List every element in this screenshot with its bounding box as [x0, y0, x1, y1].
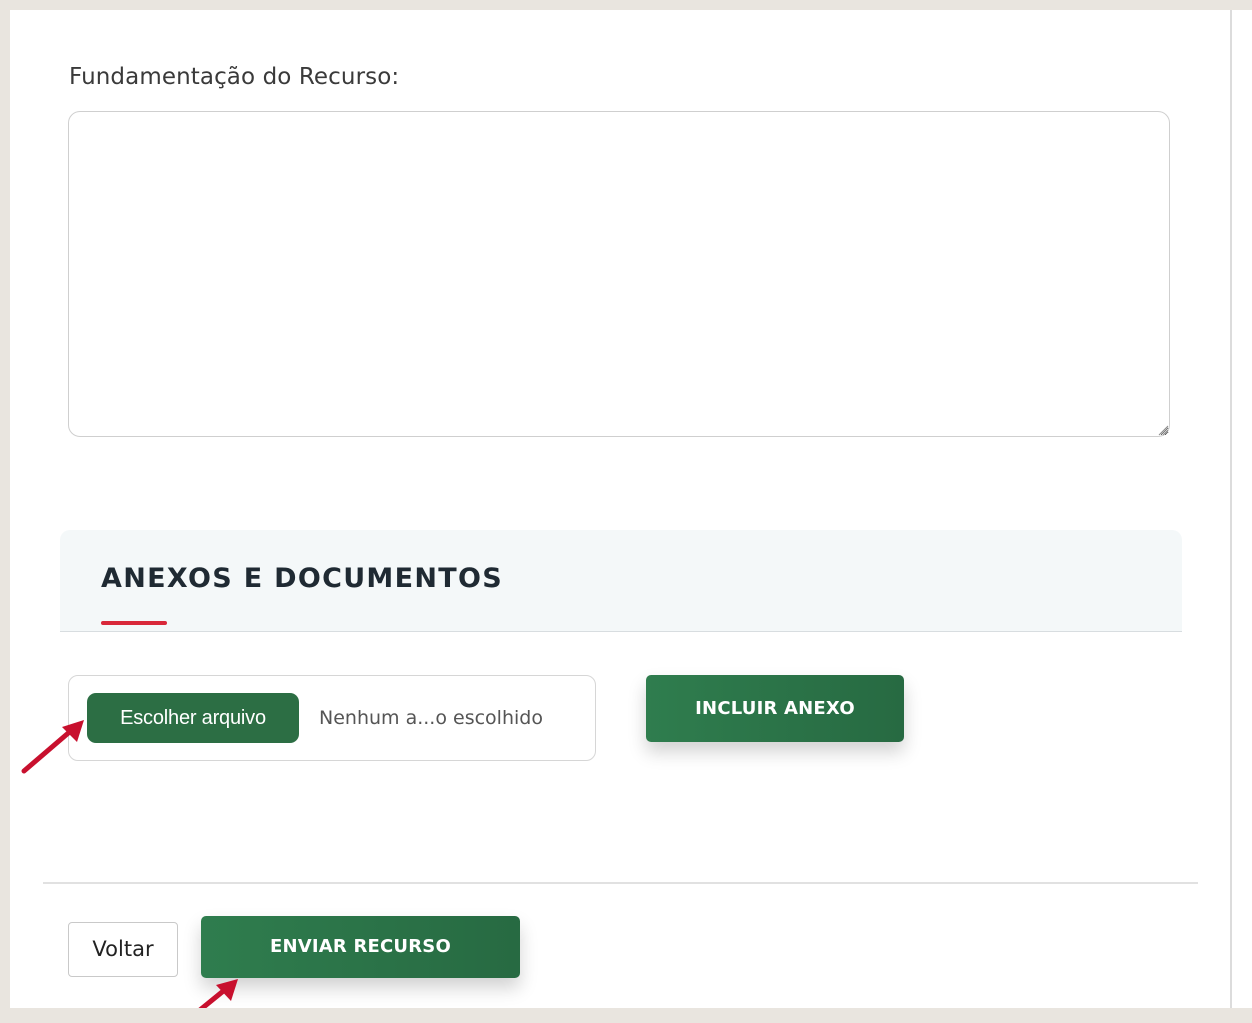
back-button[interactable]: Voltar [68, 922, 178, 977]
file-input[interactable]: Escolher arquivo Nenhum a...o escolhido [68, 675, 596, 761]
fundamentacao-label: Fundamentação do Recurso: [69, 64, 400, 90]
fundamentacao-textarea[interactable] [68, 111, 1170, 437]
bottom-band [0, 1008, 1252, 1023]
annotation-arrow-icon [21, 720, 84, 774]
send-appeal-button[interactable]: ENVIAR RECURSO [201, 916, 520, 978]
include-attachment-button[interactable]: INCLUIR ANEXO [646, 675, 904, 742]
section-title-underline [101, 621, 167, 625]
scrollbar-area[interactable] [1232, 10, 1252, 1008]
attachments-section-title: ANEXOS E DOCUMENTOS [101, 563, 503, 594]
attachments-section-header: ANEXOS E DOCUMENTOS [60, 530, 1182, 632]
no-file-chosen-text: Nenhum a...o escolhido [319, 707, 543, 729]
resize-grip-icon[interactable] [1157, 424, 1169, 436]
choose-file-button[interactable]: Escolher arquivo [87, 693, 299, 743]
footer-divider [43, 882, 1198, 884]
